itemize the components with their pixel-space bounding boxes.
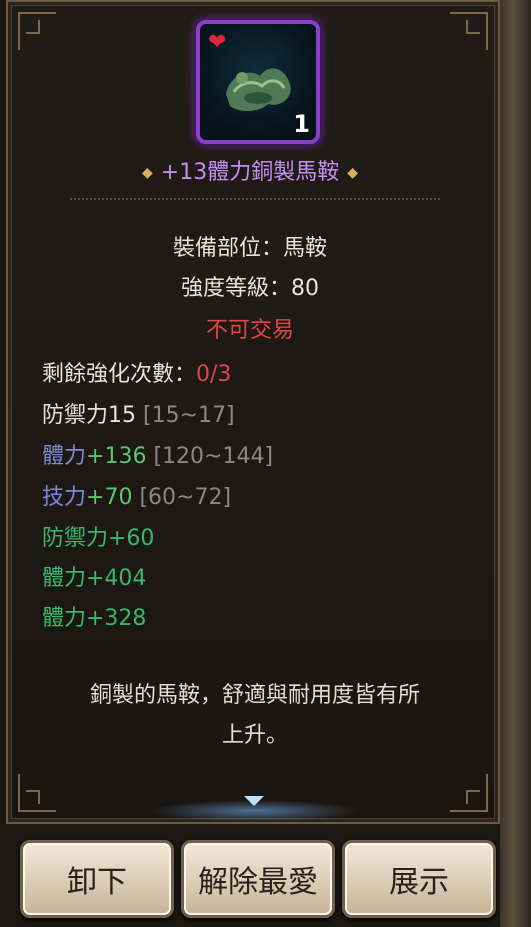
bonus-stat-line: 體力+328 (42, 606, 147, 631)
description-line: 銅製的馬鞍，舒適與耐用度皆有所 (89, 683, 420, 708)
corner-ornament (18, 774, 56, 812)
skill-label: 技力 (42, 485, 87, 510)
background-edge (500, 0, 531, 927)
corner-ornament (18, 12, 56, 50)
enhance-count-row: 剩餘強化次數：0/3 (42, 356, 231, 388)
skill-row: 技力+70 [60~72] (42, 479, 231, 511)
unfavorite-button[interactable]: 解除最愛 (181, 840, 335, 918)
corner-ornament (450, 774, 488, 812)
defense-range: [15~17] (143, 403, 235, 428)
corner-ornament (450, 12, 488, 50)
defense-row: 防禦力15 [15~17] (42, 397, 235, 429)
scroll-down-icon[interactable] (244, 796, 264, 806)
trade-status-text: 不可交易 (205, 318, 294, 343)
item-name: +13體力銅製馬鞍 (160, 160, 340, 185)
skill-value: +70 (86, 485, 133, 510)
enhance-value: 0/3 (196, 362, 232, 387)
divider (70, 198, 440, 200)
diamond-icon: ◆ (347, 165, 358, 181)
vitality-range: [120~144] (153, 444, 274, 469)
vitality-value: +136 (86, 444, 147, 469)
description-line: 上升。 (221, 723, 288, 748)
defense-label: 防禦力15 (42, 403, 136, 428)
show-button[interactable]: 展示 (342, 840, 496, 918)
grade-level-text: 強度等級：80 (181, 276, 319, 301)
item-quantity: 1 (293, 110, 310, 138)
vitality-row: 體力+136 [120~144] (42, 438, 273, 470)
item-description: 銅製的馬鞍，舒適與耐用度皆有所 上升。 (30, 676, 480, 756)
heart-icon: ❤ (208, 30, 227, 55)
item-title: ◆ +13體力銅製馬鞍 ◆ (0, 154, 500, 186)
vitality-label: 體力 (42, 444, 87, 469)
saddle-icon (226, 68, 291, 112)
enhance-label: 剩餘強化次數： (42, 362, 197, 387)
equip-slot-text: 裝備部位：馬鞍 (172, 236, 327, 261)
unequip-button[interactable]: 卸下 (20, 840, 174, 918)
item-icon-slot[interactable]: ❤ 1 (196, 20, 320, 144)
skill-range: [60~72] (139, 485, 232, 510)
diamond-icon: ◆ (142, 165, 153, 181)
bonus-stat-line: 防禦力+60 (42, 526, 155, 551)
bonus-stat-line: 體力+404 (42, 566, 147, 591)
